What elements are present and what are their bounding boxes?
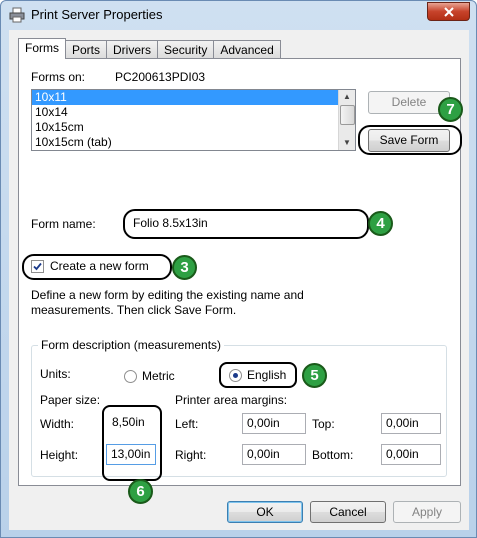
metric-radio[interactable] (124, 370, 137, 383)
top-margin-input[interactable]: 0,00in (381, 413, 441, 434)
title-bar[interactable]: Print Server Properties (1, 1, 476, 29)
forms-on-label: Forms on: (31, 70, 86, 84)
left-margin-input[interactable]: 0,00in (242, 413, 306, 434)
list-item[interactable]: 10x11 (32, 90, 339, 105)
units-label: Units: (40, 367, 71, 381)
list-item[interactable]: 10x14 (32, 105, 339, 120)
save-form-button[interactable]: Save Form (368, 129, 450, 152)
tab-strip: Forms Ports Drivers Security Advanced (18, 38, 281, 59)
height-label: Height: (40, 448, 79, 462)
callout-badge-7: 7 (438, 97, 463, 122)
width-label: Width: (40, 417, 75, 431)
height-input[interactable]: 13,00in (106, 444, 156, 465)
width-input[interactable]: 8,50in (108, 413, 158, 434)
tab-ports[interactable]: Ports (65, 40, 108, 58)
metric-label[interactable]: Metric (142, 369, 175, 383)
printer-area-margins-label: Printer area margins: (175, 393, 288, 407)
left-margin-label: Left: (175, 417, 199, 431)
server-name: PC200613PDI03 (115, 70, 206, 84)
forms-tab-panel: Forms on: PC200613PDI03 10x11 10x14 10x1… (18, 58, 463, 504)
scroll-up-icon[interactable]: ▲ (339, 90, 355, 104)
tab-drivers[interactable]: Drivers (106, 40, 159, 58)
form-name-label: Form name: (31, 217, 96, 231)
form-description-group: Form description (measurements) Units: M… (31, 338, 447, 504)
apply-button[interactable]: Apply (393, 501, 461, 523)
help-text: Define a new form by editing the existin… (31, 288, 304, 317)
list-item[interactable]: 10x15cm (32, 120, 339, 135)
right-margin-input[interactable]: 0,00in (242, 444, 306, 465)
paper-size-label: Paper size: (40, 393, 101, 407)
create-new-form-label[interactable]: Create a new form (50, 259, 149, 273)
cancel-button[interactable]: Cancel (310, 501, 386, 523)
checkmark-icon (33, 262, 42, 271)
forms-listbox[interactable]: 10x11 10x14 10x15cm 10x15cm (tab) ▲ ▼ (31, 89, 356, 151)
close-icon (443, 6, 454, 17)
right-margin-label: Right: (175, 448, 207, 462)
tab-forms[interactable]: Forms (18, 38, 66, 59)
printer-icon (9, 7, 25, 23)
bottom-margin-input[interactable]: 0,00in (381, 444, 441, 465)
scroll-down-icon[interactable]: ▼ (339, 136, 355, 150)
window-title: Print Server Properties (31, 7, 163, 22)
print-server-properties-window: Print Server Properties Forms Ports Driv… (0, 0, 477, 538)
callout-badge-5: 5 (302, 363, 327, 388)
dialog-client-area: Forms Ports Drivers Security Advanced Fo… (9, 30, 469, 530)
form-description-title: Form description (measurements) (38, 338, 225, 352)
english-label[interactable]: English (247, 368, 286, 382)
tab-advanced[interactable]: Advanced (213, 40, 281, 58)
callout-badge-6: 6 (128, 479, 153, 504)
callout-badge-3: 3 (172, 255, 197, 280)
callout-badge-4: 4 (368, 211, 393, 236)
listbox-scrollbar[interactable]: ▲ ▼ (338, 90, 355, 150)
form-name-input[interactable]: Folio 8.5x13in (129, 214, 361, 235)
ok-button[interactable]: OK (227, 501, 303, 523)
list-item[interactable]: 10x15cm (tab) (32, 135, 339, 150)
top-margin-label: Top: (312, 417, 335, 431)
close-button[interactable] (427, 2, 470, 21)
scrollbar-thumb[interactable] (340, 105, 355, 125)
english-radio[interactable] (229, 369, 242, 382)
tab-security[interactable]: Security (157, 40, 215, 58)
create-new-form-checkbox[interactable] (31, 260, 44, 273)
bottom-margin-label: Bottom: (312, 448, 354, 462)
